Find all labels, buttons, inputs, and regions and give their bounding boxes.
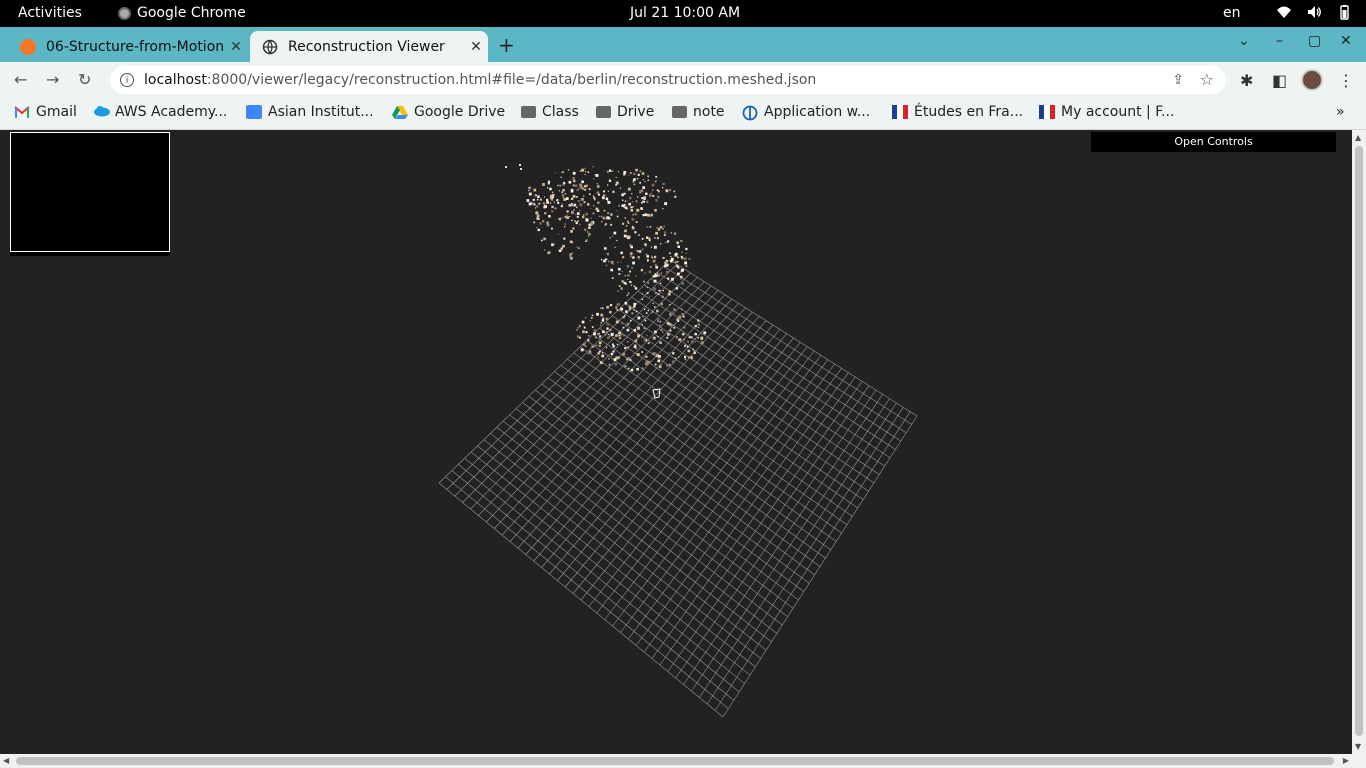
google-drive-icon bbox=[392, 105, 408, 119]
scroll-down-arrow-icon[interactable]: ▼ bbox=[1355, 742, 1361, 751]
tab-strip: 06-Structure-from-Motion ✕ Reconstructio… bbox=[0, 27, 1366, 62]
globe-icon bbox=[742, 105, 758, 121]
scroll-right-arrow-icon[interactable]: ▶ bbox=[1343, 756, 1349, 765]
menu-kebab-icon[interactable]: ⋮ bbox=[1338, 71, 1354, 90]
bookmark-label: Drive bbox=[617, 104, 655, 120]
3d-scene-canvas[interactable] bbox=[0, 130, 1352, 754]
bookmark-aws-academy[interactable]: AWS Academy... bbox=[93, 104, 227, 120]
ground-grid bbox=[438, 259, 918, 718]
address-bar[interactable]: i localhost:8000/viewer/legacy/reconstru… bbox=[110, 66, 1226, 94]
browser-toolbar: ← → ↻ i localhost:8000/viewer/legacy/rec… bbox=[0, 62, 1366, 98]
reload-icon[interactable]: ↻ bbox=[78, 70, 91, 89]
share-icon[interactable]: ⇪ bbox=[1172, 72, 1184, 88]
cloud-icon bbox=[93, 105, 110, 119]
folder-icon bbox=[672, 106, 687, 118]
tab-title: 06-Structure-from-Motion bbox=[46, 38, 224, 55]
bookmark-label: AWS Academy... bbox=[115, 104, 228, 120]
bookmark-label: Application w... bbox=[764, 104, 871, 120]
scroll-thumb[interactable] bbox=[16, 757, 1334, 765]
flag-icon bbox=[1039, 105, 1055, 119]
scrollbar-corner bbox=[1352, 754, 1366, 768]
close-window-icon[interactable]: ✕ bbox=[1340, 33, 1352, 49]
open-controls-button[interactable]: Open Controls bbox=[1091, 132, 1336, 152]
bookmark-my-account[interactable]: My account | F... bbox=[1039, 104, 1174, 120]
battery-icon bbox=[1336, 4, 1352, 20]
app-name: Google Chrome bbox=[137, 5, 246, 21]
scroll-thumb[interactable] bbox=[1355, 146, 1363, 736]
volume-icon bbox=[1306, 4, 1322, 20]
side-panel-icon[interactable]: ◧ bbox=[1272, 71, 1287, 90]
bookmark-gmail[interactable]: Gmail bbox=[14, 104, 77, 120]
close-tab-icon[interactable]: ✕ bbox=[224, 39, 248, 55]
close-tab-icon[interactable]: ✕ bbox=[464, 39, 488, 55]
bookmark-etudes-en-france[interactable]: Études en Fra... bbox=[892, 104, 1023, 120]
bookmark-folder-drive[interactable]: Drive bbox=[596, 104, 654, 120]
system-top-bar: Activities Google Chrome Jul 21 10:00 AM… bbox=[0, 0, 1366, 27]
globe-icon bbox=[262, 39, 278, 55]
folder-icon bbox=[596, 106, 611, 118]
more-bookmarks-chevron-icon[interactable]: » bbox=[1336, 104, 1345, 120]
url-path: :8000/viewer/legacy/reconstruction.html#… bbox=[206, 72, 817, 88]
folder-icon bbox=[521, 106, 536, 118]
language-indicator[interactable]: en bbox=[1223, 5, 1241, 21]
bookmarks-bar: Gmail AWS Academy... Asian Institut... G… bbox=[0, 98, 1366, 130]
bookmark-folder-note[interactable]: note bbox=[672, 104, 725, 120]
url-host: localhost bbox=[144, 72, 207, 88]
app-menu[interactable]: Google Chrome bbox=[118, 5, 246, 21]
system-status-area[interactable] bbox=[1276, 4, 1352, 20]
site-info-icon[interactable]: i bbox=[120, 73, 134, 87]
activities-button[interactable]: Activities bbox=[18, 5, 82, 21]
bookmark-asian-institute[interactable]: Asian Institut... bbox=[246, 104, 374, 120]
reconstruction-viewport[interactable]: Open Controls bbox=[0, 130, 1352, 754]
back-icon[interactable]: ← bbox=[14, 70, 27, 89]
new-tab-button[interactable]: + bbox=[498, 33, 515, 57]
bookmark-label: Class bbox=[542, 104, 579, 120]
tab-title: Reconstruction Viewer bbox=[288, 38, 445, 55]
url-text[interactable]: localhost:8000/viewer/legacy/reconstruct… bbox=[144, 72, 816, 88]
scroll-left-arrow-icon[interactable]: ◀ bbox=[3, 756, 9, 765]
bookmark-label: note bbox=[693, 104, 725, 120]
bookmark-label: Études en Fra... bbox=[914, 104, 1024, 120]
clock[interactable]: Jul 21 10:00 AM bbox=[630, 5, 740, 21]
maximize-icon[interactable]: ▢ bbox=[1308, 33, 1321, 49]
bookmark-google-drive[interactable]: Google Drive bbox=[392, 104, 505, 120]
profile-avatar[interactable] bbox=[1301, 69, 1323, 91]
calendar-icon bbox=[246, 105, 262, 119]
camera-preview-bar bbox=[10, 252, 170, 256]
tab-search-icon[interactable]: ⌄ bbox=[1238, 33, 1250, 49]
bookmark-application[interactable]: Application w... bbox=[742, 104, 871, 121]
bookmark-label: Google Drive bbox=[414, 104, 506, 120]
jupyter-icon bbox=[20, 38, 36, 55]
minimize-icon[interactable]: – bbox=[1276, 33, 1283, 49]
bookmark-label: Gmail bbox=[36, 104, 77, 120]
extensions-icon[interactable]: ✱ bbox=[1240, 71, 1253, 90]
scroll-up-arrow-icon[interactable]: ▲ bbox=[1355, 133, 1361, 142]
horizontal-scrollbar[interactable]: ◀ ▶ bbox=[0, 754, 1352, 768]
camera-preview-panel bbox=[10, 132, 170, 252]
bookmark-label: Asian Institut... bbox=[268, 104, 374, 120]
chrome-icon bbox=[118, 6, 131, 20]
tab-reconstruction-viewer[interactable]: Reconstruction Viewer ✕ bbox=[250, 31, 488, 62]
forward-icon[interactable]: → bbox=[46, 70, 59, 89]
wifi-icon bbox=[1276, 4, 1292, 20]
bookmark-label: My account | F... bbox=[1061, 104, 1175, 120]
tab-structure-from-motion[interactable]: 06-Structure-from-Motion ✕ bbox=[8, 31, 248, 62]
bookmark-star-icon[interactable]: ☆ bbox=[1200, 70, 1214, 89]
bookmark-folder-class[interactable]: Class bbox=[521, 104, 579, 120]
flag-icon bbox=[892, 105, 908, 119]
gmail-icon bbox=[14, 105, 30, 119]
point-cloud bbox=[505, 164, 707, 372]
vertical-scrollbar[interactable]: ▲ ▼ bbox=[1352, 130, 1366, 754]
